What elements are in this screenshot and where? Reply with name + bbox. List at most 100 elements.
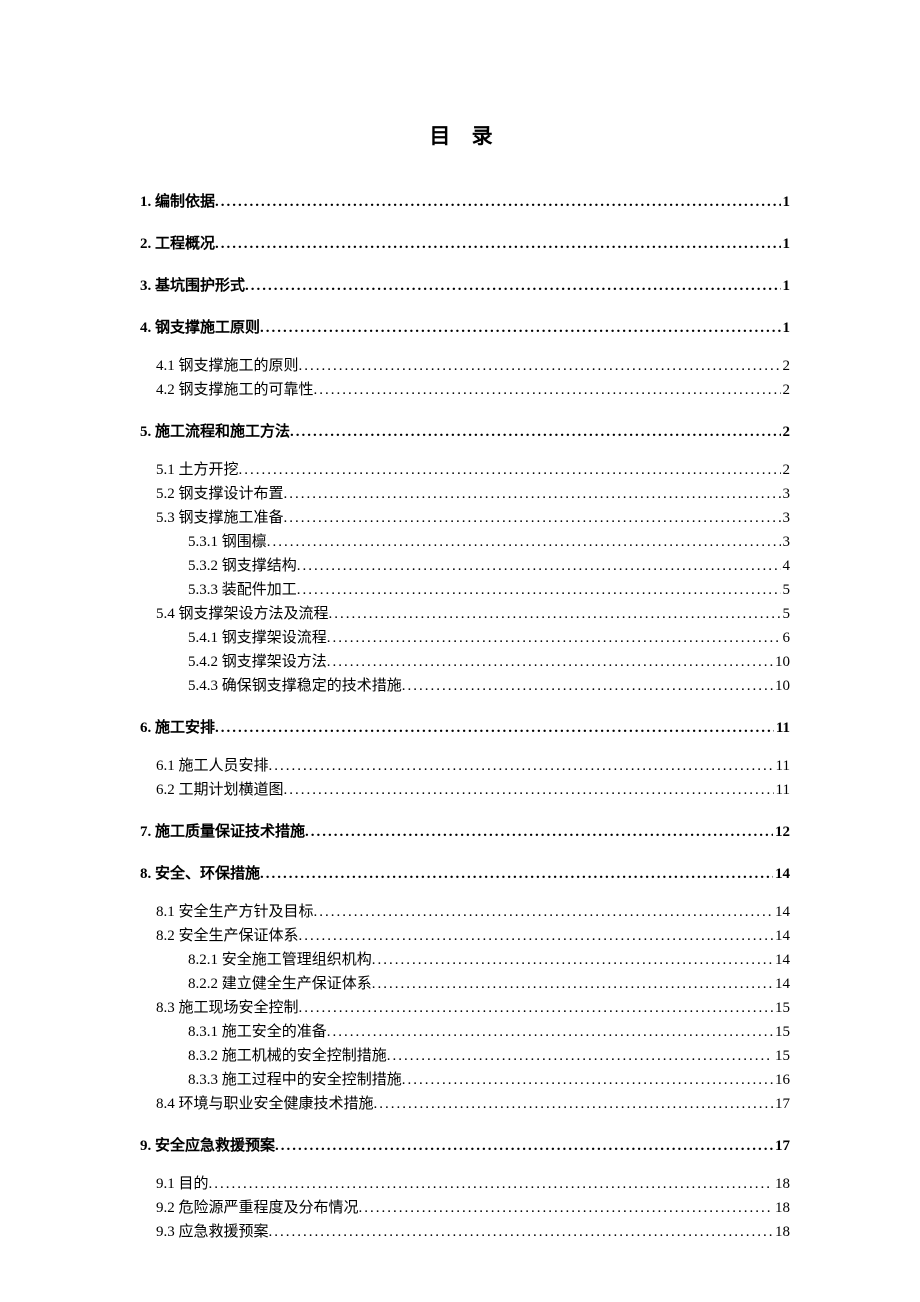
toc-entry-leader xyxy=(260,316,780,334)
toc-entry-label: 5.1 土方开挖 xyxy=(156,458,239,482)
toc-entry-label: 8.2 安全生产保证体系 xyxy=(156,924,299,948)
toc-entry-page: 1 xyxy=(781,316,791,340)
toc-entry: 4.2 钢支撑施工的可靠性 2 xyxy=(156,378,790,402)
toc-entry-leader xyxy=(245,274,780,292)
toc-entry-page: 18 xyxy=(773,1196,790,1220)
toc-entry-label: 8.2.1 安全施工管理组织机构 xyxy=(188,948,372,972)
toc-entry: 6.2 工期计划横道图11 xyxy=(156,778,790,802)
toc-entry-page: 15 xyxy=(773,1020,790,1044)
toc-entry-label: 5.4.1 钢支撑架设流程 xyxy=(188,626,327,650)
toc-entry: 5.4.3 确保钢支撑稳定的技术措施 10 xyxy=(188,674,790,698)
toc-entry-page: 5 xyxy=(781,578,791,602)
toc-entry: 6.1 施工人员安排 11 xyxy=(156,754,790,778)
toc-entry-page: 16 xyxy=(773,1068,790,1092)
toc-entry-label: 8.3.1 施工安全的准备 xyxy=(188,1020,327,1044)
toc-entry-label: 9.2 危险源严重程度及分布情况 xyxy=(156,1196,359,1220)
toc-entry-leader xyxy=(284,482,781,500)
toc-entry-page: 17 xyxy=(773,1092,790,1116)
toc-entry-page: 1 xyxy=(781,232,791,256)
toc-entry-label: 8.3.2 施工机械的安全控制措施 xyxy=(188,1044,387,1068)
toc-entry: 5.3.1 钢围檩3 xyxy=(188,530,790,554)
toc-subgroup: 9.1 目的 18 9.2 危险源严重程度及分布情况 18 9.3 应急救援预案 18 xyxy=(140,1172,790,1244)
toc-entry-label: 6.1 施工人员安排 xyxy=(156,754,269,778)
toc-entry: 8.3.2 施工机械的安全控制措施 15 xyxy=(188,1044,790,1068)
toc-entry-page: 10 xyxy=(773,650,790,674)
toc-entry-label: 5.3.2 钢支撑结构 xyxy=(188,554,297,578)
toc-entry-label: 8.4 环境与职业安全健康技术措施 xyxy=(156,1092,374,1116)
toc-entry-leader xyxy=(209,1172,773,1190)
toc-entry-label: 8.1 安全生产方针及目标 xyxy=(156,900,314,924)
toc-entry: 8.3 施工现场安全控制15 xyxy=(156,996,790,1020)
toc-entry: 5.2 钢支撑设计布置3 xyxy=(156,482,790,506)
toc-entry-leader xyxy=(372,948,773,966)
toc-entry-leader xyxy=(215,716,774,734)
toc-entry-leader xyxy=(299,924,773,942)
toc-entry-label: 3. 基坑围护形式 xyxy=(140,274,245,298)
toc-entry: 8.1 安全生产方针及目标14 xyxy=(156,900,790,924)
toc-entry-page: 18 xyxy=(773,1172,790,1196)
toc-entry-label: 5.4.3 确保钢支撑稳定的技术措施 xyxy=(188,674,402,698)
toc-entry-label: 2. 工程概况 xyxy=(140,232,215,256)
toc-entry-leader xyxy=(269,754,774,772)
toc-entry-page: 18 xyxy=(773,1220,790,1244)
toc-entry: 5.1 土方开挖 2 xyxy=(156,458,790,482)
toc-entry-leader xyxy=(305,820,773,838)
toc-entry: 5.4.1 钢支撑架设流程 6 xyxy=(188,626,790,650)
toc-entry-label: 1. 编制依据 xyxy=(140,190,215,214)
toc-entry-label: 5.3 钢支撑施工准备 xyxy=(156,506,284,530)
toc-entry-label: 4.2 钢支撑施工的可靠性 xyxy=(156,378,314,402)
toc-entry: 6. 施工安排11 xyxy=(140,716,790,740)
toc-entry-page: 5 xyxy=(781,602,791,626)
toc-entry-label: 6. 施工安排 xyxy=(140,716,215,740)
toc-entry: 9. 安全应急救援预案17 xyxy=(140,1134,790,1158)
toc-entry-label: 9.1 目的 xyxy=(156,1172,209,1196)
toc-entry-leader xyxy=(327,650,773,668)
toc-entry: 5.4 钢支撑架设方法及流程5 xyxy=(156,602,790,626)
toc-entry-page: 1 xyxy=(781,274,791,298)
toc-entry-leader xyxy=(299,996,773,1014)
toc-entry-page: 3 xyxy=(781,530,791,554)
toc-entry-page: 2 xyxy=(781,458,791,482)
toc-entry-page: 14 xyxy=(773,948,790,972)
toc-entry-page: 10 xyxy=(773,674,790,698)
toc-entry: 1. 编制依据1 xyxy=(140,190,790,214)
toc-entry-label: 8.2.2 建立健全生产保证体系 xyxy=(188,972,372,996)
toc-entry-leader xyxy=(260,862,773,880)
toc-entry: 8.3.3 施工过程中的安全控制措施16 xyxy=(188,1068,790,1092)
toc-entry-leader xyxy=(284,506,781,524)
toc-entry: 5.3.3 装配件加工5 xyxy=(188,578,790,602)
toc-entry-page: 6 xyxy=(781,626,791,650)
toc-entry: 9.1 目的 18 xyxy=(156,1172,790,1196)
toc-entry-leader xyxy=(327,626,781,644)
toc-entry-leader xyxy=(275,1134,773,1152)
toc-entry: 9.3 应急救援预案 18 xyxy=(156,1220,790,1244)
toc-entry: 2. 工程概况 1 xyxy=(140,232,790,256)
toc-entry-page: 12 xyxy=(773,820,790,844)
toc-entry: 8.2.1 安全施工管理组织机构 14 xyxy=(188,948,790,972)
toc-entry: 5. 施工流程和施工方法2 xyxy=(140,420,790,444)
toc-entry-label: 9.3 应急救援预案 xyxy=(156,1220,269,1244)
toc-entry: 8.3.1 施工安全的准备 15 xyxy=(188,1020,790,1044)
toc-entry-leader xyxy=(284,778,774,796)
toc-entry-leader xyxy=(372,972,773,990)
toc-entry-leader xyxy=(359,1196,773,1214)
toc-entry: 8.2.2 建立健全生产保证体系14 xyxy=(188,972,790,996)
toc-entry: 8.2 安全生产保证体系14 xyxy=(156,924,790,948)
toc-entry-leader xyxy=(387,1044,773,1062)
toc-title: 目 录 xyxy=(140,120,790,154)
toc-entry-leader xyxy=(269,1220,773,1238)
toc-entry-leader xyxy=(314,900,773,918)
toc-entry-label: 9. 安全应急救援预案 xyxy=(140,1134,275,1158)
toc-entry-page: 4 xyxy=(781,554,791,578)
toc-entry-page: 3 xyxy=(781,506,791,530)
toc-entry-page: 11 xyxy=(774,754,790,778)
toc-entry-label: 4. 钢支撑施工原则 xyxy=(140,316,260,340)
toc-entry-leader xyxy=(402,1068,773,1086)
toc-entry-leader xyxy=(402,674,773,692)
toc-entry-leader xyxy=(327,1020,773,1038)
toc-entry: 8.4 环境与职业安全健康技术措施 17 xyxy=(156,1092,790,1116)
toc-entry-page: 15 xyxy=(773,1044,790,1068)
toc-entry-page: 2 xyxy=(781,354,791,378)
toc-entry: 5.4.2 钢支撑架设方法10 xyxy=(188,650,790,674)
toc-subgroup: 4.1 钢支撑施工的原则24.2 钢支撑施工的可靠性 2 xyxy=(140,354,790,402)
